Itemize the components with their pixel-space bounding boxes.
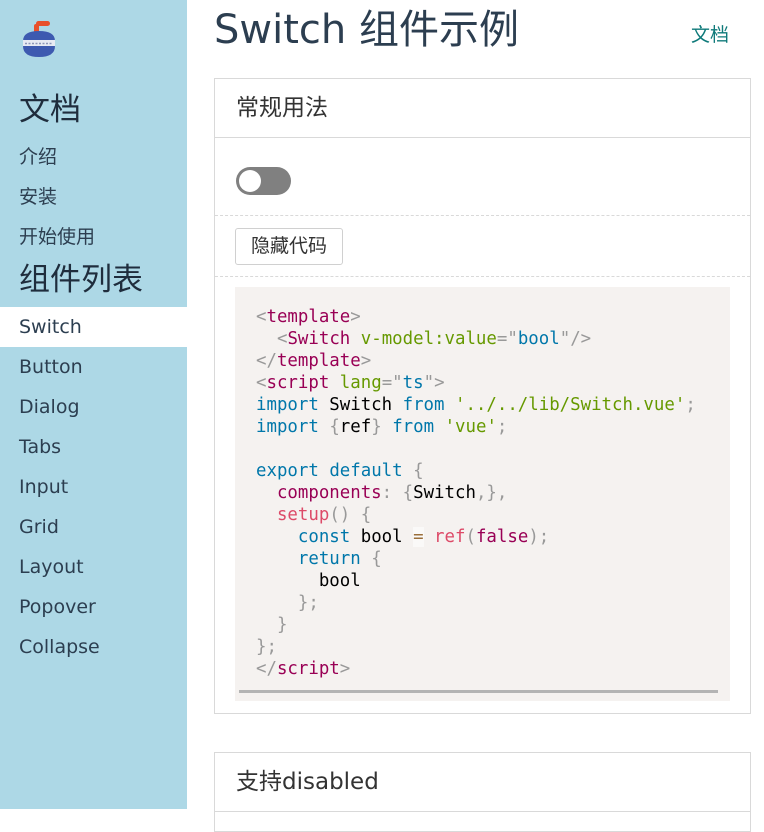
- curling-stone-icon[interactable]: [19, 19, 59, 59]
- sidebar-item-install[interactable]: 安装: [0, 177, 187, 217]
- demo-preview: [215, 138, 750, 216]
- code-content: <template> <Switch v-model:value="bool"/…: [256, 307, 696, 679]
- docs-section-title: 文档: [19, 92, 81, 128]
- code-wrapper: <template> <Switch v-model:value="bool"/…: [215, 277, 750, 713]
- demo-card-disabled: 支持disabled: [214, 752, 751, 832]
- code-horizontal-scrollbar[interactable]: [239, 690, 718, 693]
- sidebar-item-grid[interactable]: Grid: [0, 507, 187, 547]
- components-section-title: 组件列表: [19, 262, 143, 298]
- sidebar-item-collapse[interactable]: Collapse: [0, 627, 187, 667]
- sidebar-item-input[interactable]: Input: [0, 467, 187, 507]
- sidebar-item-switch[interactable]: Switch: [0, 307, 187, 347]
- demo-card-title: 常规用法: [215, 79, 750, 138]
- switch-knob: [239, 170, 261, 192]
- code-block: <template> <Switch v-model:value="bool"/…: [235, 287, 730, 701]
- demo-card-title: 支持disabled: [215, 753, 750, 812]
- sidebar-item-button[interactable]: Button: [0, 347, 187, 387]
- sidebar-item-intro[interactable]: 介绍: [0, 137, 187, 177]
- demo-actions: 隐藏代码: [215, 216, 750, 277]
- sidebar-item-get-started[interactable]: 开始使用: [0, 217, 187, 257]
- sidebar-item-popover[interactable]: Popover: [0, 587, 187, 627]
- sidebar-item-dialog[interactable]: Dialog: [0, 387, 187, 427]
- sidebar-item-layout[interactable]: Layout: [0, 547, 187, 587]
- switch-toggle[interactable]: [236, 167, 291, 195]
- docs-link[interactable]: 文档: [691, 20, 729, 47]
- demo-card-basic: 常规用法 隐藏代码 <template> <Switch v-model:val…: [214, 78, 751, 714]
- page-title: Switch 组件示例: [214, 7, 519, 53]
- sidebar: 文档 介绍 安装 开始使用 组件列表 Switch Button Dialog …: [0, 0, 187, 809]
- sidebar-item-tabs[interactable]: Tabs: [0, 427, 187, 467]
- hide-code-button[interactable]: 隐藏代码: [235, 228, 344, 265]
